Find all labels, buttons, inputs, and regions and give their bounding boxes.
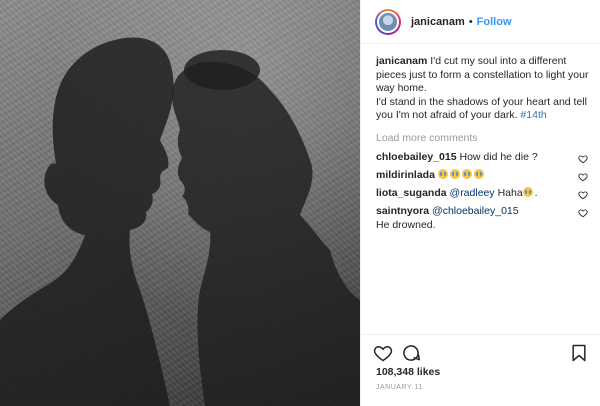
caption-text-2: I'd stand in the shadows of your heart a… [376, 95, 587, 122]
caption-username[interactable]: janicanam [376, 55, 427, 67]
comment-mention[interactable]: @chloebailey_015 [432, 205, 519, 217]
post-photo[interactable] [0, 0, 360, 406]
comment-icon[interactable] [401, 343, 421, 363]
female-silhouette [172, 61, 360, 406]
post-actions-bar [361, 334, 600, 370]
post-caption: janicanam I'd cut my soul into a differe… [376, 55, 591, 123]
comment-like-heart-icon[interactable] [578, 208, 588, 218]
post-sidebar: janicanam • Follow janicanam I'd cut my … [360, 0, 600, 406]
comment-username[interactable]: saintnyora [376, 205, 429, 217]
load-more-comments-button[interactable]: Load more comments [376, 132, 478, 144]
comment-item: liota_suganda @radleey Haha. [376, 187, 538, 199]
comment-like-heart-icon[interactable] [578, 172, 588, 182]
comment-username[interactable]: liota_suganda [376, 187, 447, 199]
follow-button[interactable]: Follow [477, 16, 512, 28]
post-header: janicanam • Follow [361, 0, 600, 44]
comment-item: saintnyora @chloebailey_015 He drowned. [376, 205, 526, 232]
comment-text: Haha [497, 187, 523, 199]
crying-emoji-icon [437, 169, 448, 179]
comment-item: mildirinlada [376, 169, 581, 183]
shadow-silhouettes-image [0, 37, 360, 406]
crying-emoji-icon [449, 169, 460, 179]
crying-emoji-icon [461, 169, 472, 179]
comment-like-heart-icon[interactable] [578, 190, 588, 200]
comment-username[interactable]: mildirinlada [376, 169, 435, 181]
avatar[interactable] [375, 8, 401, 35]
heart-icon[interactable] [373, 343, 393, 363]
post-author-username[interactable]: janicanam [411, 16, 465, 28]
post-date: JANUARY 11 [376, 384, 423, 391]
comment-text: He drowned. [376, 218, 436, 231]
comment-username[interactable]: chloebailey_015 [376, 151, 457, 163]
comment-text: How did he die ? [459, 151, 538, 163]
separator-dot: • [468, 15, 473, 28]
caption-hashtag[interactable]: #14th [520, 109, 546, 121]
male-silhouette [0, 37, 174, 406]
comment-mention[interactable]: @radleey [450, 187, 495, 199]
comment-item: chloebailey_015 How did he die ? [376, 151, 581, 165]
bookmark-icon[interactable] [569, 343, 589, 363]
crying-emoji-icon [473, 169, 484, 179]
comment-like-heart-icon[interactable] [578, 154, 588, 164]
likes-count[interactable]: 108,348 likes [376, 366, 440, 378]
grinning-emoji-icon [522, 187, 533, 197]
